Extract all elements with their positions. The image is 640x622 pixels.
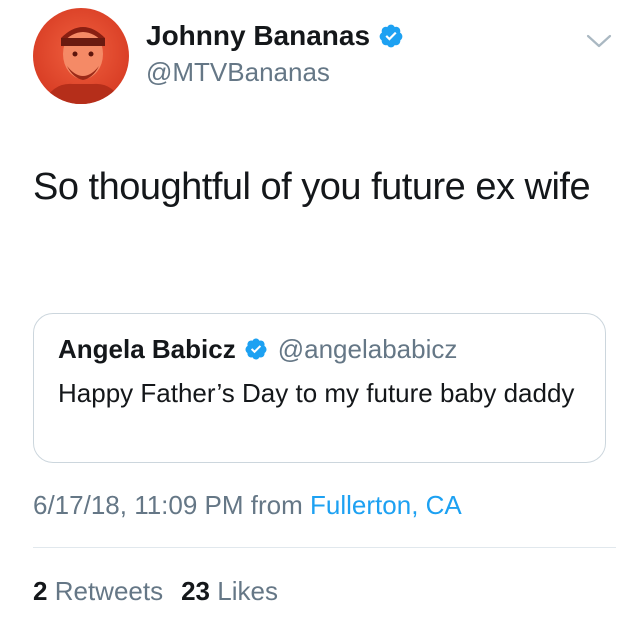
from-label: from xyxy=(250,490,303,520)
verified-badge-icon xyxy=(244,337,268,361)
retweets-label: Retweets xyxy=(54,576,164,606)
author-handle[interactable]: @MTVBananas xyxy=(146,56,330,88)
author-name-row[interactable]: Johnny Bananas xyxy=(146,18,404,54)
author-avatar[interactable] xyxy=(33,8,129,104)
quoted-tweet-card[interactable]: Angela Babicz @angelababicz Happy Father… xyxy=(33,313,606,463)
quoted-author-name: Angela Babicz xyxy=(58,334,236,364)
retweets-count: 2 xyxy=(33,576,48,606)
tweet-text: So thoughtful of you future ex wife xyxy=(33,166,591,208)
avatar-image xyxy=(33,8,129,104)
retweets-stat[interactable]: 2 Retweets xyxy=(33,574,163,608)
tweet-metadata: 6/17/18, 11:09 PM from Fullerton, CA xyxy=(33,488,462,522)
divider xyxy=(33,547,616,548)
author-display-name[interactable]: Johnny Bananas xyxy=(146,18,370,54)
location-link[interactable]: Fullerton, CA xyxy=(310,490,462,520)
tweet-timestamp[interactable]: 6/17/18, 11:09 PM xyxy=(33,490,244,520)
verified-badge-icon xyxy=(378,23,404,49)
quoted-tweet-text: Happy Father’s Day to my future baby dad… xyxy=(58,378,575,408)
quoted-author-handle: @angelababicz xyxy=(277,334,458,364)
tweet-stats: 2 Retweets 23 Likes xyxy=(33,574,278,608)
likes-stat[interactable]: 23 Likes xyxy=(181,574,278,608)
quoted-tweet-header: Angela Babicz @angelababicz xyxy=(58,332,457,366)
likes-count: 23 xyxy=(181,576,211,606)
chevron-down-icon[interactable] xyxy=(586,32,612,50)
likes-label: Likes xyxy=(217,576,278,606)
